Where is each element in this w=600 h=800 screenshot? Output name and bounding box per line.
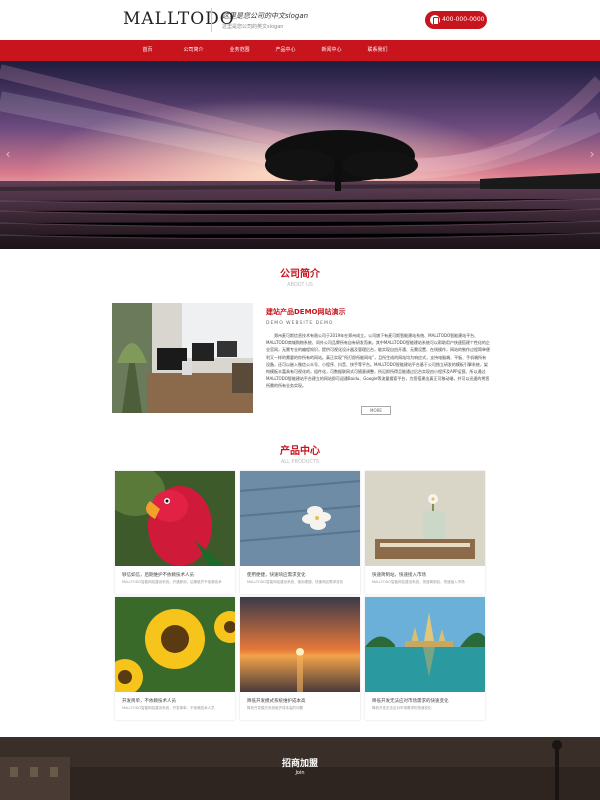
product-image [115,471,235,566]
site-logo[interactable]: MALLTODO [123,9,235,29]
nav-item-home[interactable]: 首页 [125,40,170,61]
banner-image [0,61,600,249]
product-title: 降低开发无法应对市场需求的快速变化 [372,699,449,704]
about-body: 郑州麦可斯信息技术有限公司于2019年在郑州成立。公司旗下有麦可斯智能建站系统、… [266,333,490,389]
products-section-title: 产品中心 [280,446,320,457]
product-card[interactable]: 快速简制站，快速接入市场 MALLTODO智能网站建设系统，快速简制站，快速接入… [365,471,485,594]
about-image [112,303,253,413]
banner-prev-icon[interactable]: ‹ [3,147,13,161]
product-desc: 降低开发模式系统维护成本高的问题 [247,706,303,710]
product-card[interactable]: 降低开发模式系统维护成本高 降低开发模式系统维护成本高的问题 [240,597,360,720]
join-subtitle: Join [295,770,305,776]
about-section-title: 公司简介 [280,269,320,280]
nav-item-news[interactable]: 新闻中心 [309,40,354,61]
nav-item-contact[interactable]: 联系我们 [355,40,400,61]
main-nav: 首页 公司简介 业务范围 产品中心 新闻中心 联系我们 [0,40,600,61]
about-heading: 建站产品DEMO网站演示 [266,308,346,316]
product-card[interactable]: 使用便捷，快速响应需求变化 MALLTODO智能网站建设系统，使用便捷，快速响应… [240,471,360,594]
logo-divider [211,8,212,32]
more-button[interactable]: MORE [361,406,391,415]
product-card[interactable]: 够信如信，后期维护不依赖技术人员 MALLTODO智能网站建设系统，开通即用，后… [115,471,235,594]
product-desc: 降低开发无法应对市场需求的快速变化 [372,706,432,710]
product-card[interactable]: 降低开发无法应对市场需求的快速变化 降低开发无法应对市场需求的快速变化 [365,597,485,720]
slogan-sub: 这里是您公司的英文slogan [222,24,284,30]
product-title: 够信如信，后期维护不依赖技术人员 [122,573,194,578]
nav-item-about[interactable]: 公司简介 [171,40,216,61]
product-card[interactable]: 开发简单，不依赖技术人员 MALLTODO智能网站建设系统，开发简单，不依赖技术… [115,597,235,720]
product-title: 使用便捷，快速响应需求变化 [247,573,306,578]
product-title: 开发简单，不依赖技术人员 [122,699,176,704]
phone-icon [430,15,440,25]
banner-next-icon[interactable]: › [587,147,597,161]
hero-banner[interactable]: ‹ › [0,61,600,249]
phone-button[interactable]: 400-000-0000 [425,11,487,29]
product-desc: MALLTODO智能网站建设系统，开发简单，不依赖技术人员 [122,706,215,710]
nav-item-services[interactable]: 业务范围 [217,40,262,61]
product-title: 降低开发模式系统维护成本高 [247,699,306,704]
nav-item-products[interactable]: 产品中心 [263,40,308,61]
product-image [115,597,235,692]
product-title: 快速简制站，快速接入市场 [372,573,426,578]
product-image [365,471,485,566]
product-desc: MALLTODO智能网站建设系统，开通即用，后期维护不依赖技术 [122,580,222,584]
product-image [240,597,360,692]
phone-number: 400-000-0000 [442,16,485,23]
product-image [240,471,360,566]
join-title: 招商加盟 [281,759,318,769]
join-section: 招商加盟 Join [0,737,600,800]
products-section-subtitle: ALL PRODUCTS [280,459,320,465]
product-desc: MALLTODO智能网站建设系统，快速简制站，快速接入市场 [372,580,465,584]
header: MALLTODO 这里是您公司的中文slogan 这里是您公司的英文slogan… [0,0,600,40]
slogan: 这里是您公司的中文slogan [222,12,309,20]
about-heading-en: DEMO WEBSITE DEMO [266,321,334,326]
product-image [365,597,485,692]
product-desc: MALLTODO智能网站建设系统，使用便捷，快速响应需求变化 [247,580,344,584]
about-section-subtitle: ABOUT US [287,282,313,288]
